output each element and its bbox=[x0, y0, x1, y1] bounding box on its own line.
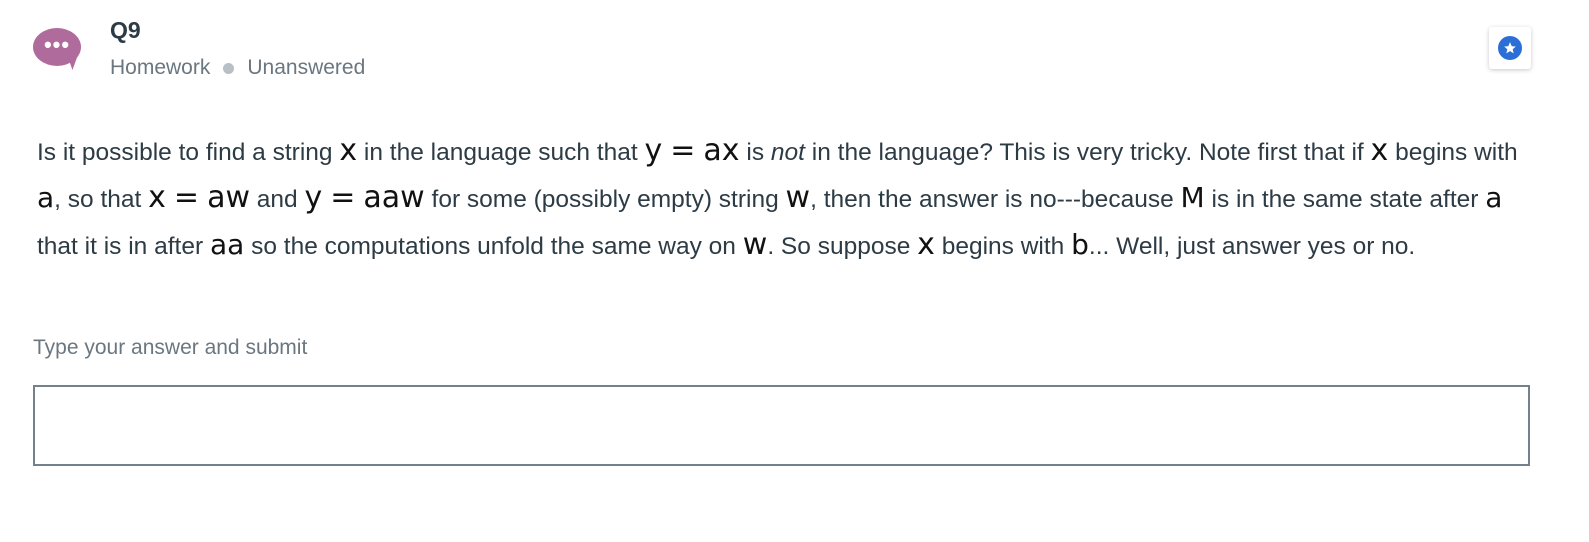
answer-input[interactable] bbox=[33, 385, 1530, 466]
math-var: aa bbox=[209, 228, 245, 261]
separator-dot bbox=[223, 62, 235, 74]
question-meta: Homework Unanswered bbox=[110, 56, 365, 80]
math-var: a bbox=[37, 181, 55, 214]
math-var: a bbox=[1485, 181, 1503, 214]
math-var: w bbox=[742, 227, 768, 262]
math-var: aw bbox=[207, 180, 250, 215]
question-text: Is it possible to find a string x in the… bbox=[37, 133, 1518, 262]
answer-hint: Type your answer and submit bbox=[33, 336, 308, 359]
math-var: ax bbox=[703, 133, 740, 168]
math-var: x bbox=[148, 180, 166, 215]
star-button[interactable] bbox=[1489, 27, 1531, 69]
math-var: y bbox=[304, 180, 323, 215]
math-var: x bbox=[917, 227, 935, 262]
math-var: x bbox=[1370, 133, 1389, 168]
math-var: x bbox=[339, 133, 358, 168]
math-var: w bbox=[785, 180, 811, 215]
question-status: Unanswered bbox=[247, 56, 366, 79]
star-icon bbox=[1498, 36, 1522, 60]
math-var: M bbox=[1180, 181, 1205, 214]
math-var: y bbox=[644, 133, 663, 168]
question-category: Homework bbox=[110, 56, 211, 79]
question-title: Q9 bbox=[110, 17, 141, 43]
math-var: aaw bbox=[363, 180, 425, 215]
avatar: ••• bbox=[33, 28, 81, 70]
math-var: b bbox=[1071, 228, 1089, 261]
emphasis-not: not bbox=[770, 139, 805, 166]
